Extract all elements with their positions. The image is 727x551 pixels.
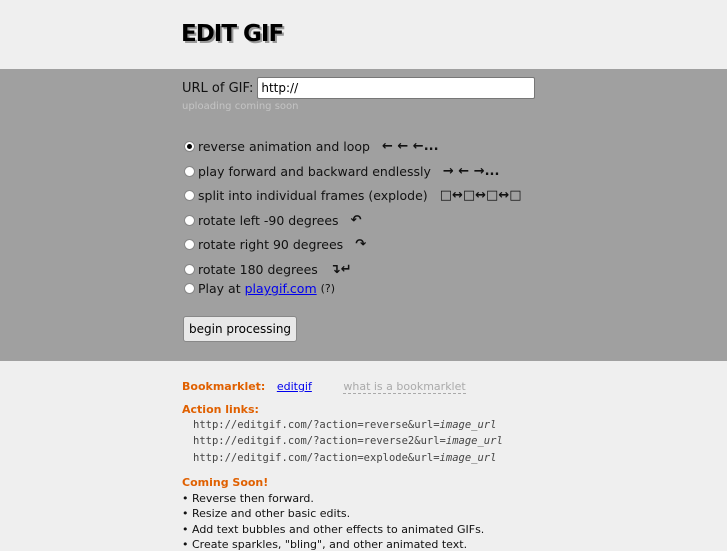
coming-soon-heading: Coming Soon! [182, 476, 269, 489]
radio-button[interactable] [184, 166, 195, 177]
action-link-param: image_url [439, 452, 497, 464]
url-label: URL of GIF: [182, 80, 254, 96]
arrows-both-icon: → ← →... [442, 164, 500, 179]
arrows-left-icon: ← ← ←... [381, 139, 439, 154]
rotate-left-icon: ↶ [350, 213, 362, 228]
frames-icon: □↔□↔□↔□ [439, 188, 522, 203]
action-link: http://editgif.com/?action=reverse&url=i… [193, 419, 496, 431]
upload-hint: uploading coming soon [182, 101, 299, 112]
action-links-heading: Action links: [182, 403, 259, 416]
header: EDIT GIF [0, 0, 727, 69]
logo: EDIT GIF [181, 21, 284, 47]
radio-button[interactable] [184, 190, 195, 201]
radio-button[interactable] [184, 215, 195, 226]
option-reverse[interactable]: reverse animation and loop ← ← ←... [184, 139, 439, 154]
action-link-base: http://editgif.com/?action=reverse2&url= [193, 435, 446, 447]
action-link: http://editgif.com/?action=explode&url=i… [193, 452, 496, 464]
action-link-base: http://editgif.com/?action=reverse&url= [193, 419, 440, 431]
rotate-right-icon: ↷ [355, 237, 367, 252]
radio-button[interactable] [184, 283, 195, 294]
option-explode[interactable]: split into individual frames (explode) □↔… [184, 188, 522, 203]
radio-button[interactable] [184, 264, 195, 275]
playgif-link[interactable]: playgif.com [245, 281, 317, 296]
begin-processing-button[interactable]: begin processing [183, 316, 298, 342]
bookmarklet-row: Bookmarklet: editgif what is a bookmarkl… [182, 380, 466, 394]
rotate-180-icon: ↴↵ [329, 262, 352, 277]
option-pingpong[interactable]: play forward and backward endlessly → ← →… [184, 164, 499, 179]
option-label: play forward and backward endlessly [198, 164, 431, 179]
radio-button[interactable] [184, 141, 195, 152]
option-playgif[interactable]: Play at playgif.com (?) [184, 281, 335, 296]
option-rotate-180[interactable]: rotate 180 degrees ↴↵ [184, 262, 352, 277]
option-label: rotate right 90 degrees [198, 237, 344, 252]
action-link-param: image_url [445, 435, 503, 447]
option-rotate-left[interactable]: rotate left -90 degrees ↶ [184, 213, 361, 228]
action-link-base: what is a bookmarklet [343, 380, 466, 394]
option-label: rotate left -90 degrees [198, 213, 339, 228]
action-link: http://editgif.com/?action=reverse2&url=… [193, 435, 503, 447]
option-label: reverse animation and loop [198, 139, 370, 154]
action-link-base: http://editgif.com/?action=explode&url= [193, 452, 440, 464]
option-label: Play at [198, 281, 241, 296]
option-label: split into individual frames (explode) [198, 188, 428, 203]
coming-item: • Add text bubbles and other effects to … [182, 523, 485, 536]
radio-button[interactable] [184, 239, 195, 250]
bookmarklet-link[interactable]: editgif [277, 380, 312, 393]
playgif-help[interactable]: (?) [321, 282, 335, 295]
coming-item: • Reverse then forward. [182, 492, 314, 505]
option-label: rotate 180 degrees [198, 262, 318, 277]
option-rotate-right[interactable]: rotate right 90 degrees ↷ [184, 237, 366, 252]
coming-item: • Resize and other basic edits. [182, 507, 351, 520]
edit-form: URL of GIF: uploading coming soon revers… [0, 69, 727, 361]
url-input[interactable] [257, 77, 536, 99]
url-row: URL of GIF: [182, 77, 536, 99]
action-link-base: Bookmarklet: [182, 380, 266, 393]
action-link-param: image_url [439, 419, 497, 431]
